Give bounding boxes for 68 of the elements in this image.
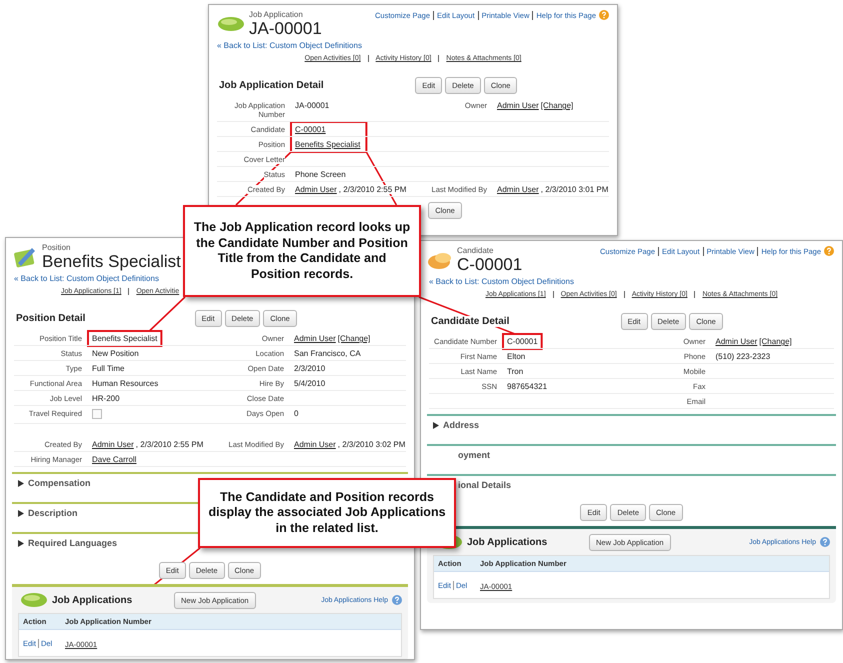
- field-value: 5/4/2010: [294, 379, 326, 388]
- field-value: Full Time: [92, 364, 124, 373]
- notepad-pencil-icon: [12, 245, 38, 269]
- expand-triangle-icon[interactable]: [18, 510, 24, 516]
- field-value: (510) 223-2323: [716, 352, 770, 361]
- help-icon[interactable]: [820, 537, 830, 547]
- section-header[interactable]: Address: [443, 420, 480, 430]
- record-title: Benefits Specialist: [42, 252, 181, 271]
- field-value: Elton: [507, 352, 526, 361]
- back-link[interactable]: « Back to List: Custom Object Definitions: [429, 277, 574, 286]
- callout-text: The Candidate and Position records display the associated Job Applications in the related list.: [198, 478, 456, 548]
- field-link[interactable]: Admin User: [295, 185, 337, 194]
- help-icon[interactable]: [392, 595, 402, 605]
- related-list-title: Job Applications: [52, 594, 134, 606]
- section-title: Position Detail: [16, 313, 86, 324]
- callout-text: The Job Application record looks up the Candidate Number and Position Title from the Candidate and Position records.: [183, 205, 421, 297]
- field-link[interactable]: Dave Carroll: [92, 455, 136, 464]
- field-link[interactable]: [Change]: [759, 337, 792, 346]
- object-type-label: Candidate: [457, 246, 494, 255]
- field-link[interactable]: Admin User: [497, 101, 539, 110]
- field-link[interactable]: [Change]: [540, 101, 574, 110]
- back-link[interactable]: « Back to List: Custom Object Definitions: [217, 41, 362, 50]
- field-value: C-00001: [507, 337, 538, 346]
- field-value: Phone Screen: [295, 170, 346, 179]
- field-link[interactable]: Admin User: [92, 440, 134, 449]
- field-link[interactable]: Admin User: [716, 337, 758, 346]
- field-link[interactable]: [Change]: [338, 334, 370, 343]
- field-link[interactable]: Benefits Specialist: [295, 140, 360, 149]
- help-icon[interactable]: [599, 10, 609, 20]
- field-value: HR-200: [92, 394, 120, 403]
- expand-triangle-icon[interactable]: [433, 422, 439, 428]
- field-link[interactable]: C-00001: [295, 125, 326, 134]
- section-title: Candidate Detail: [431, 316, 510, 327]
- field-value: , 2/3/2010 2:55 PM: [338, 185, 406, 194]
- record-type-icon: [215, 15, 245, 33]
- section-header[interactable]: Required Languages: [28, 538, 118, 548]
- field-link[interactable]: Admin User: [294, 334, 336, 343]
- section-header[interactable]: ional Details: [458, 480, 512, 490]
- field-value: , 2/3/2010 3:02 PM: [338, 440, 406, 449]
- checkbox[interactable]: [92, 409, 102, 419]
- field-value: JA-00001: [295, 101, 330, 110]
- field-value: New Position: [92, 349, 139, 358]
- field-value: Benefits Specialist: [92, 334, 158, 343]
- section-header[interactable]: Compensation: [28, 478, 91, 488]
- leader-line: [148, 296, 186, 332]
- help-icon[interactable]: [824, 246, 834, 256]
- field-value: , 2/3/2010 2:55 PM: [136, 440, 204, 449]
- object-type-label: Job Application: [249, 10, 304, 19]
- related-list-title: Job Applications: [467, 536, 548, 548]
- field-value: 0: [294, 409, 298, 418]
- section-header[interactable]: Description: [28, 508, 78, 518]
- field-link[interactable]: Admin User: [497, 185, 539, 194]
- field-value: 987654321: [507, 382, 548, 391]
- section-header[interactable]: oyment: [458, 450, 490, 460]
- field-value: 2/3/2010: [294, 364, 326, 373]
- expand-triangle-icon[interactable]: [18, 540, 24, 546]
- expand-triangle-icon[interactable]: [18, 480, 24, 486]
- field-value: San Francisco, CA: [294, 349, 361, 358]
- field-value: , 2/3/2010 3:01 PM: [540, 185, 608, 194]
- section-title: Job Application Detail: [219, 80, 324, 91]
- field-value: Tron: [507, 367, 524, 376]
- back-link[interactable]: « Back to List: Custom Object Definitions: [14, 274, 159, 283]
- record-title: JA-00001: [249, 19, 322, 38]
- object-type-label: Position: [42, 243, 72, 252]
- field-link[interactable]: Admin User: [294, 440, 336, 449]
- record-title: C-00001: [457, 255, 522, 274]
- record-type-icon: [18, 591, 48, 609]
- field-value: Human Resources: [92, 379, 158, 388]
